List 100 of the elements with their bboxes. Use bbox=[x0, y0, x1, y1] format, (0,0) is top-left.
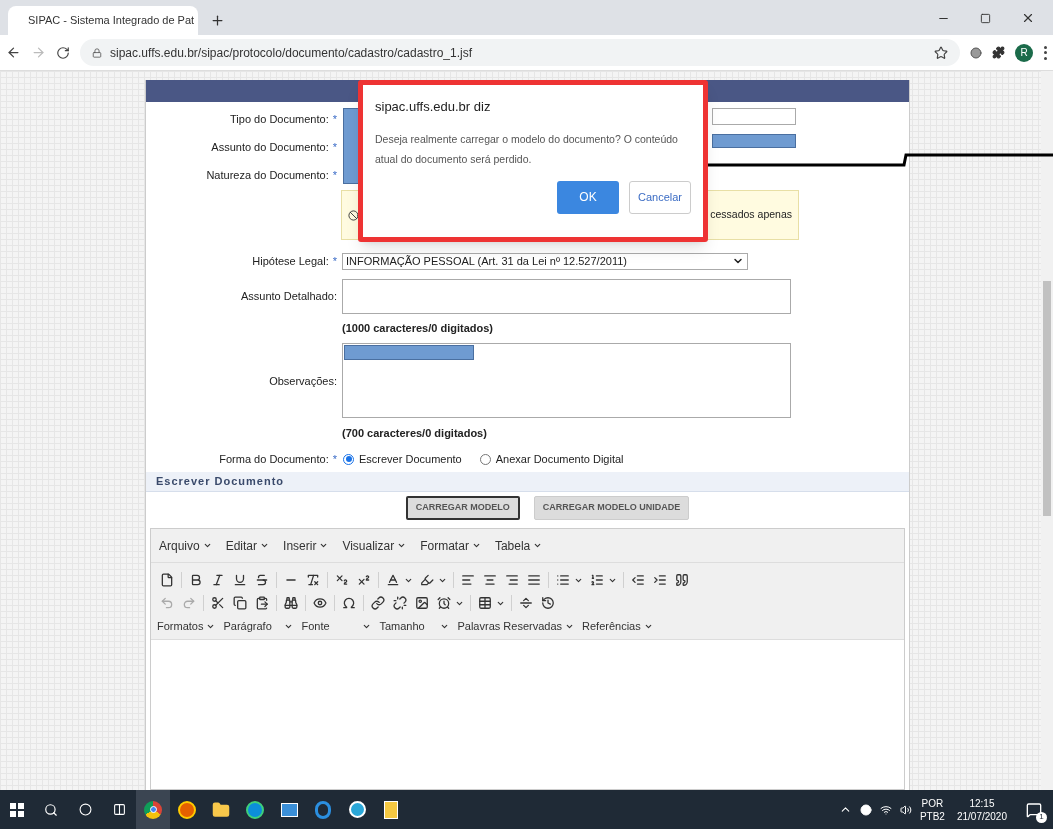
caret-icon bbox=[284, 622, 294, 631]
caret-icon bbox=[206, 622, 216, 631]
browser-tab[interactable]: SIPAC - Sistema Integrado de Pat bbox=[8, 6, 198, 35]
extension-icon[interactable] bbox=[970, 46, 982, 59]
dialog-message: Deseja realmente carregar o modelo do documento? O conteúdo atual do documento será perdido. bbox=[375, 131, 679, 167]
text-area[interactable] bbox=[342, 342, 791, 418]
character-counter: (700 caracteres/0 digitados) bbox=[342, 425, 488, 441]
cancel-button[interactable]: Cancelar bbox=[629, 180, 691, 214]
caret-icon bbox=[260, 541, 270, 550]
editor-select[interactable]: Parágrafo bbox=[223, 618, 294, 635]
editor-menu[interactable]: Visualizar bbox=[342, 536, 407, 555]
restore-icon[interactable] bbox=[980, 12, 991, 24]
caret-icon bbox=[319, 541, 329, 550]
required-marker: * bbox=[332, 139, 337, 155]
dialog-title: sipac.uffs.edu.br diz bbox=[375, 98, 492, 116]
clock[interactable]: 12:15 21/07/2020 bbox=[956, 796, 1007, 823]
field-label: Forma do Documento: bbox=[219, 451, 329, 467]
toolbar-icon[interactable] bbox=[356, 572, 372, 588]
toolbar-icon[interactable] bbox=[674, 572, 690, 588]
character-counter: (1000 caracteres/0 digitados) bbox=[342, 321, 495, 336]
toolbar-icon[interactable] bbox=[414, 595, 430, 611]
toolbar-icon[interactable] bbox=[283, 595, 299, 611]
taskbar-app-icon[interactable] bbox=[136, 790, 170, 829]
toolbar-icon[interactable] bbox=[312, 595, 328, 611]
editor-select[interactable]: Fonte bbox=[301, 618, 372, 635]
ok-button[interactable]: OK bbox=[557, 180, 619, 214]
toolbar-icon[interactable] bbox=[504, 572, 520, 588]
text-field[interactable] bbox=[712, 108, 796, 125]
editor-menu[interactable]: Tabela bbox=[494, 536, 543, 555]
caret-icon bbox=[362, 622, 372, 631]
lock-icon bbox=[92, 47, 102, 58]
toolbar-icon[interactable] bbox=[482, 572, 498, 588]
radio-label: Anexar Documento Digital bbox=[495, 451, 624, 467]
toolbar-icon[interactable] bbox=[305, 572, 321, 588]
toolbar-icon[interactable] bbox=[232, 572, 248, 588]
editor-menu[interactable]: Referências bbox=[582, 618, 653, 635]
notification-icon[interactable] bbox=[1026, 801, 1042, 818]
required-marker: * bbox=[332, 111, 337, 127]
extensions-icon[interactable] bbox=[992, 46, 1005, 59]
toolbar-icon[interactable] bbox=[334, 572, 350, 588]
editor-menu[interactable]: Formatar bbox=[420, 536, 481, 555]
editor-menu[interactable]: Palavras Reservadas bbox=[457, 618, 575, 635]
field-label: Assunto Detalhado: bbox=[241, 289, 337, 304]
required-marker: * bbox=[332, 253, 337, 269]
toolbar-icon[interactable] bbox=[477, 595, 493, 611]
editor-menu[interactable]: Arquivo bbox=[159, 536, 212, 555]
caret-icon bbox=[397, 541, 407, 550]
blocked-icon bbox=[348, 209, 359, 221]
language-indicator[interactable]: POR PTB2 bbox=[919, 796, 945, 823]
toolbar-icon[interactable] bbox=[210, 595, 226, 611]
wifi-icon[interactable] bbox=[879, 803, 892, 816]
toolbar-icon[interactable] bbox=[385, 572, 401, 588]
reload-icon[interactable] bbox=[56, 45, 70, 60]
template-button[interactable]: CARREGAR MODELO UNIDADE bbox=[533, 496, 690, 520]
select-field[interactable]: INFORMAÇÃO PESSOAL (Art. 31 da Lei nº 12.527/2011) bbox=[342, 252, 748, 270]
new-tab-icon[interactable] bbox=[210, 13, 225, 28]
tray-app-icon[interactable] bbox=[859, 803, 872, 816]
required-marker: * bbox=[332, 167, 337, 183]
toolbar-icon[interactable] bbox=[159, 572, 175, 588]
profile-avatar[interactable]: R bbox=[1015, 43, 1033, 62]
caret-icon bbox=[202, 541, 212, 550]
toolbar-icon[interactable] bbox=[436, 595, 452, 611]
volume-icon[interactable] bbox=[899, 803, 912, 816]
editor-menu[interactable]: Inserir bbox=[283, 536, 329, 555]
notice-text: cessados apenas bbox=[710, 207, 792, 223]
toolbar-icon[interactable] bbox=[254, 572, 270, 588]
bookmark-star-icon[interactable] bbox=[934, 45, 948, 60]
editor-select[interactable]: Tamanho bbox=[379, 618, 450, 635]
template-button[interactable]: CARREGAR MODELO bbox=[405, 496, 520, 520]
field-label: Assunto do Documento: bbox=[211, 139, 329, 155]
toolbar-icon[interactable] bbox=[419, 572, 435, 588]
toolbar-icon[interactable] bbox=[254, 595, 270, 611]
toolbar-icon[interactable] bbox=[518, 595, 534, 611]
toolbar-icon[interactable] bbox=[526, 572, 542, 588]
scrollbar-thumb[interactable] bbox=[1043, 281, 1051, 516]
toolbar-icon[interactable] bbox=[460, 572, 476, 588]
close-icon[interactable] bbox=[1021, 11, 1035, 25]
toolbar-icon[interactable] bbox=[392, 595, 408, 611]
field-label: Hipótese Legal: bbox=[252, 253, 329, 269]
toolbar-icon[interactable] bbox=[210, 572, 226, 588]
back-icon[interactable] bbox=[6, 45, 21, 60]
editor-menu[interactable]: Formatos bbox=[157, 618, 216, 635]
caret-icon bbox=[471, 541, 481, 550]
address-bar[interactable]: sipac.uffs.edu.br/sipac/protocolo/documento/cadastro/cadastro_1.jsf bbox=[80, 39, 960, 66]
toolbar-icon[interactable] bbox=[341, 595, 357, 611]
caret-icon bbox=[440, 622, 450, 631]
caret-icon bbox=[643, 622, 653, 631]
field-label: Observações: bbox=[269, 373, 337, 389]
toolbar-icon[interactable] bbox=[540, 595, 556, 611]
toolbar-icon[interactable] bbox=[630, 572, 646, 588]
toolbar-icon[interactable] bbox=[370, 595, 386, 611]
toolbar-icon[interactable] bbox=[232, 595, 248, 611]
caret-icon bbox=[565, 622, 575, 631]
notification-count: 1 bbox=[1036, 811, 1047, 823]
toolbar-icon[interactable] bbox=[555, 572, 571, 588]
toolbar-icon[interactable] bbox=[652, 572, 668, 588]
toolbar-icon[interactable] bbox=[589, 572, 605, 588]
editor-menu[interactable]: Editar bbox=[225, 536, 270, 555]
field-label: Natureza do Documento: bbox=[206, 167, 329, 183]
more-icon[interactable] bbox=[1043, 45, 1047, 60]
